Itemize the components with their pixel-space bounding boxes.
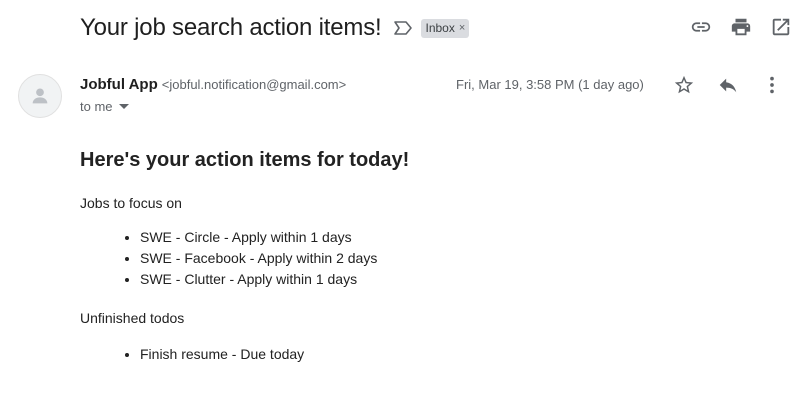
label-chip-text: Inbox (425, 21, 455, 35)
jobs-section-title: Jobs to focus on (80, 195, 182, 211)
recipient-text: to me (80, 99, 113, 114)
list-item: SWE - Circle - Apply within 1 days (140, 227, 780, 248)
importance-marker-icon[interactable] (393, 18, 413, 38)
message-actions (672, 73, 784, 97)
label-chip-inbox: Inbox × (421, 18, 470, 38)
list-item: SWE - Facebook - Apply within 2 days (140, 248, 780, 269)
sender-email: <jobful.notification@gmail.com> (161, 77, 347, 92)
email-subject: Your job search action items! (80, 14, 382, 41)
print-icon[interactable] (730, 16, 752, 38)
thread-actions (690, 16, 792, 38)
person-icon (32, 88, 48, 104)
list-item: SWE - Clutter - Apply within 1 days (140, 269, 780, 290)
jobs-list: SWE - Circle - Apply within 1 days SWE -… (80, 227, 780, 290)
sender-name[interactable]: Jobful App (80, 76, 158, 93)
reply-icon[interactable] (716, 73, 740, 97)
remove-label-button[interactable]: × (459, 22, 465, 34)
show-details-chevron-icon[interactable] (118, 104, 129, 109)
recipient-line: to me (80, 99, 129, 114)
todos-section-title: Unfinished todos (80, 310, 185, 326)
sender-avatar[interactable] (18, 74, 62, 118)
open-in-new-window-icon[interactable] (770, 16, 792, 38)
body-heading: Here's your action items for today! (80, 149, 410, 171)
sender-line: Jobful App <jobful.notification@gmail.co… (80, 76, 346, 93)
todos-list: Finish resume - Due today (80, 344, 780, 365)
email-body: Here's your action items for today! Jobs… (80, 146, 780, 365)
list-item: Finish resume - Due today (140, 344, 780, 365)
message-date: Fri, Mar 19, 3:58 PM (1 day ago) (456, 77, 644, 92)
star-icon[interactable] (672, 73, 696, 97)
subject-row: Your job search action items! Inbox × (80, 12, 470, 44)
link-icon[interactable] (690, 16, 712, 38)
more-vert-icon[interactable] (760, 73, 784, 97)
